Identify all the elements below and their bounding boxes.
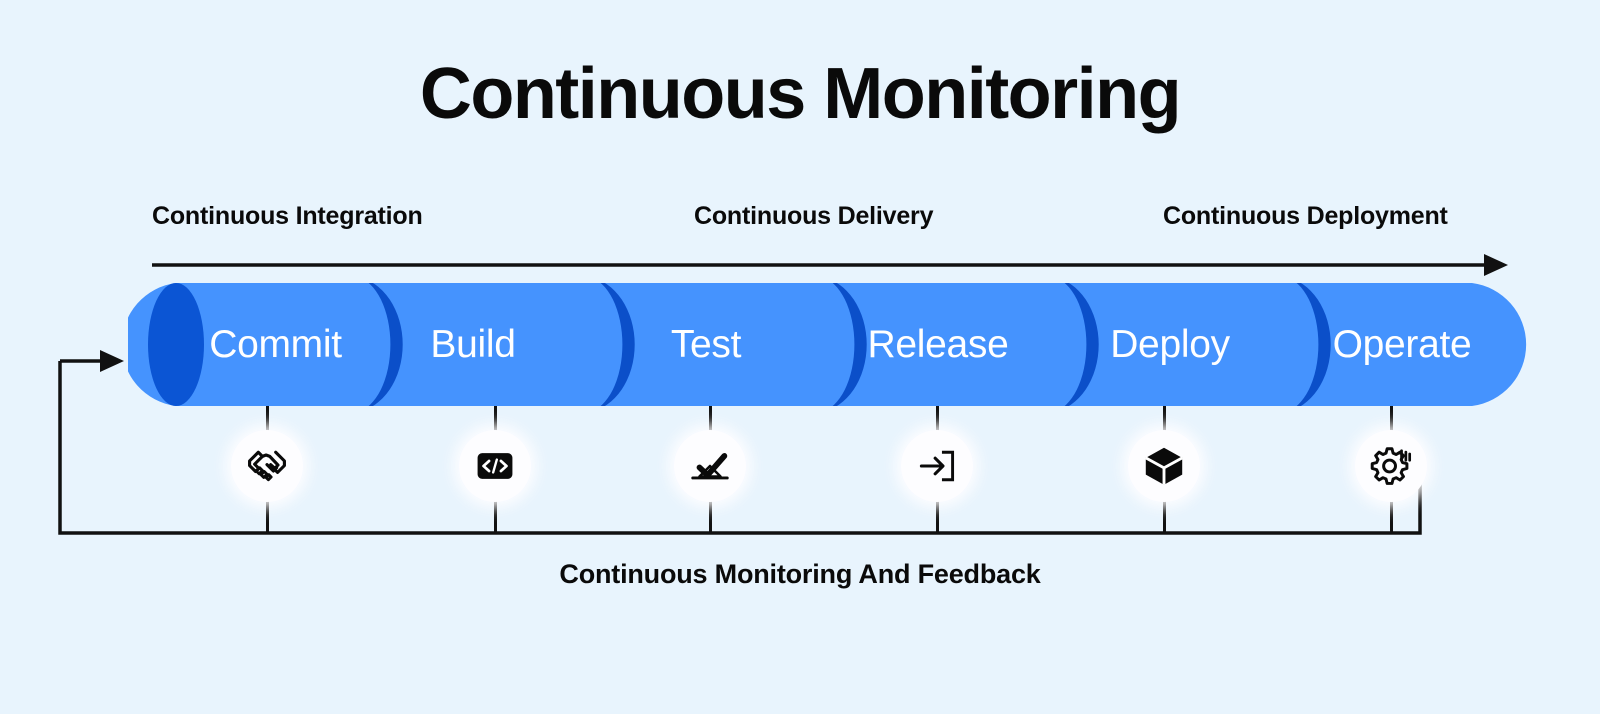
page-title: Continuous Monitoring — [419, 54, 1182, 134]
stage-icon-release[interactable] — [901, 430, 973, 502]
diagram-canvas: Continuous Monitoring Continuous Integra… — [0, 0, 1600, 714]
stage-tick-deploy-lower — [1163, 500, 1166, 534]
checkmark-tray-icon — [687, 443, 733, 489]
phase-label-continuous-delivery: Continuous Delivery — [694, 202, 934, 230]
code-brackets-icon — [473, 444, 517, 488]
stage-icon-build[interactable] — [459, 430, 531, 502]
cube-box-icon — [1141, 443, 1187, 489]
stage-tick-test-lower — [709, 500, 712, 534]
handshake-icon — [245, 444, 289, 488]
phase-label-continuous-deployment: Continuous Deployment — [1163, 202, 1448, 230]
stage-tick-build-lower — [494, 500, 497, 534]
stage-icon-test[interactable] — [674, 430, 746, 502]
stage-tick-release-lower — [936, 500, 939, 534]
stage-icon-operate[interactable] — [1355, 430, 1427, 502]
stage-icon-commit[interactable] — [231, 430, 303, 502]
stage-tick-commit-lower — [266, 500, 269, 534]
feedback-caption: Continuous Monitoring And Feedback — [559, 559, 1041, 589]
gear-signal-icon — [1368, 443, 1414, 489]
phase-label-continuous-integration: Continuous Integration — [152, 202, 423, 230]
stage-tick-operate-lower — [1390, 500, 1393, 534]
phase-flow-arrow-icon — [152, 254, 1508, 276]
arrow-into-bracket-icon — [915, 444, 959, 488]
stage-icon-deploy[interactable] — [1128, 430, 1200, 502]
